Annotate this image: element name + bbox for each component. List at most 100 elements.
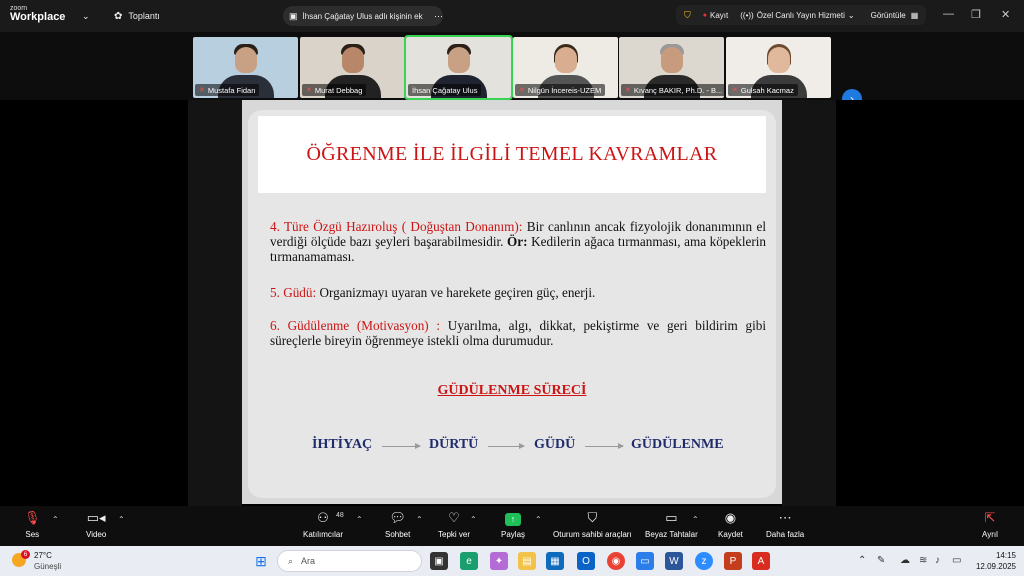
whiteboard-button[interactable]: ▭ Beyaz Tahtalar <box>645 509 698 539</box>
live-chevron-icon[interactable]: ⌄ <box>848 11 855 20</box>
video-face <box>447 47 470 73</box>
participant-tile[interactable]: ✕ Gulsah Kacmaz <box>726 37 831 98</box>
participants-label: Katılımcılar <box>303 530 344 539</box>
clock-time: 14:15 <box>995 551 1016 560</box>
view-label[interactable]: Görüntüle <box>871 11 906 20</box>
meeting-label: Toplantı <box>128 11 160 21</box>
participant-nametag: ✕ Nilgün İncereis-UZEM <box>515 84 606 96</box>
zoom-app-icon[interactable]: z <box>695 552 713 570</box>
share-indicator-text: İhsan Çağatay Ulus adlı kişinin ek <box>302 11 423 21</box>
mic-muted-icon: ✕ <box>306 87 312 94</box>
whiteboard-icon: ▭ <box>665 510 678 525</box>
pen-icon[interactable]: ✎ <box>877 555 885 566</box>
copilot-icon[interactable]: ✦ <box>490 552 508 570</box>
video-button[interactable]: ▭◂ Video <box>86 509 106 539</box>
weather-widget[interactable]: 6 27°C Güneşli <box>12 550 72 572</box>
host-tools-button[interactable]: ⛉ Oturum sahibi araçları <box>553 509 632 539</box>
mic-muted-icon: ✕ <box>519 87 525 94</box>
remote-desktop-icon[interactable]: ▭ <box>636 552 654 570</box>
chrome-icon[interactable]: ◉ <box>607 552 625 570</box>
video-face <box>234 47 257 73</box>
share-label: Paylaş <box>501 530 526 539</box>
record-label: Kaydet <box>718 530 743 539</box>
share-button[interactable]: ↑ Paylaş <box>501 509 525 539</box>
task-view-icon[interactable]: ▣ <box>430 552 448 570</box>
chat-bubble-icon: 💬︎ <box>389 510 406 525</box>
taskbar-clock[interactable]: 14:15 12.09.2025 <box>968 550 1016 572</box>
participant-nametag: ✕ Murat Debbag <box>302 84 367 96</box>
tray-chevron-icon[interactable]: ⌃ <box>858 555 866 566</box>
flow-arrow-icon <box>382 443 421 449</box>
participant-tile-active-speaker[interactable]: İhsan Çağatay Ulus <box>404 35 513 100</box>
example-label: Ör: <box>507 234 528 249</box>
react-button[interactable]: ♡ Tepki ver <box>438 509 470 539</box>
slide-content-panel: ÖĞRENME İLE İLGİLİ TEMEL KAVRAMLAR 4. Tü… <box>248 110 776 498</box>
outlook-icon[interactable]: O <box>577 552 595 570</box>
share-options-caret-icon[interactable]: ⌃ <box>535 515 542 524</box>
video-face <box>341 47 364 73</box>
paw-icon: ✿ <box>114 10 123 22</box>
meeting-toolbar: 🎙︎ Ses ⌃ ▭◂ Video ⌃ ⚇ Katılımcılar 48 ⌃ … <box>0 506 1024 546</box>
store-icon[interactable]: ▦ <box>546 552 564 570</box>
chat-label: Sohbet <box>385 530 411 539</box>
search-icon: ⌕ <box>288 555 294 566</box>
acrobat-icon[interactable]: A <box>752 552 770 570</box>
powerpoint-icon[interactable]: P <box>724 552 742 570</box>
mic-muted-icon: ✕ <box>732 87 738 94</box>
meeting-menu[interactable]: ✿ Toplantı <box>114 0 160 32</box>
clock-date: 12.09.2025 <box>975 562 1016 571</box>
record-icon: ◉ <box>724 510 737 525</box>
participant-tile[interactable]: ✕ Mustafa Fidan <box>193 37 298 98</box>
minimize-icon[interactable]: — <box>943 8 954 20</box>
audio-options-caret-icon[interactable]: ⌃ <box>52 515 59 524</box>
concept-term: 5. Güdü: <box>270 285 317 300</box>
view-grid-icon[interactable]: ▦ <box>911 11 919 20</box>
wifi-icon[interactable]: ≋ <box>919 555 927 566</box>
taskbar-search[interactable]: ⌕ Ara <box>277 550 422 572</box>
record-label[interactable]: Kayıt <box>710 11 728 20</box>
mic-muted-icon: ✕ <box>199 87 205 94</box>
windows-start-icon[interactable]: ⊞ <box>252 552 270 570</box>
shield-icon[interactable]: ⛉ <box>684 10 691 21</box>
close-icon[interactable]: ✕ <box>1001 8 1010 21</box>
logo-menu-chevron-icon[interactable]: ⌄ <box>82 0 90 32</box>
video-label: Video <box>86 530 107 539</box>
zoom-logo: zoom Workplace <box>10 5 65 23</box>
participant-tile[interactable]: ✕ Murat Debbag <box>300 37 405 98</box>
record-button[interactable]: ◉ Kaydet <box>718 509 743 539</box>
windows-taskbar: 6 27°C Güneşli ⊞ ⌕ Ara ▣ e ✦ ▤ ▦ O ◉ ▭ W… <box>0 546 1024 576</box>
edge-browser-icon[interactable]: e <box>460 552 478 570</box>
participant-nametag: ✕ Gulsah Kacmaz <box>728 84 798 96</box>
flow-arrow-icon <box>585 443 624 449</box>
participant-name: Gulsah Kacmaz <box>740 85 794 95</box>
word-icon[interactable]: W <box>665 552 683 570</box>
restore-icon[interactable]: ❐ <box>971 8 981 21</box>
video-options-caret-icon[interactable]: ⌃ <box>118 515 125 524</box>
logo-line2: Workplace <box>10 11 66 23</box>
participant-tile[interactable]: ✕ Kıvanç BAKIR, Ph.D. - B... <box>619 37 724 98</box>
video-face <box>767 47 790 73</box>
react-options-caret-icon[interactable]: ⌃ <box>470 515 477 524</box>
video-face <box>554 47 577 73</box>
chat-button[interactable]: 💬︎ Sohbet <box>385 509 410 539</box>
participants-icon: ⚇ <box>317 510 329 525</box>
chat-options-caret-icon[interactable]: ⌃ <box>416 515 423 524</box>
audio-label: Ses <box>25 530 40 539</box>
live-stream-label[interactable]: Özel Canlı Yayın Hizmeti <box>757 11 845 20</box>
more-button[interactable]: ⋯ Daha fazla <box>766 509 804 539</box>
audio-button[interactable]: 🎙︎ Ses <box>24 509 41 539</box>
participants-options-caret-icon[interactable]: ⌃ <box>356 515 363 524</box>
share-options-icon[interactable]: ⋯ <box>434 11 443 22</box>
leave-button[interactable]: ⇱ Ayrıl <box>982 509 998 539</box>
file-explorer-icon[interactable]: ▤ <box>518 552 536 570</box>
participant-tile[interactable]: ✕ Nilgün İncereis-UZEM <box>513 37 618 98</box>
weather-description: Güneşli <box>34 562 62 571</box>
battery-icon[interactable]: ▭ <box>952 555 961 566</box>
cloud-icon[interactable]: ☁ <box>900 555 910 566</box>
whiteboard-options-caret-icon[interactable]: ⌃ <box>692 515 699 524</box>
screen-share-indicator[interactable]: ▣ İhsan Çağatay Ulus adlı kişinin ek ⋯ <box>283 6 443 26</box>
more-dots-icon: ⋯ <box>778 510 792 525</box>
video-face <box>660 47 683 73</box>
volume-icon[interactable]: ♪ <box>935 555 940 566</box>
participant-name: Kıvanç BAKIR, Ph.D. - B... <box>633 85 723 95</box>
